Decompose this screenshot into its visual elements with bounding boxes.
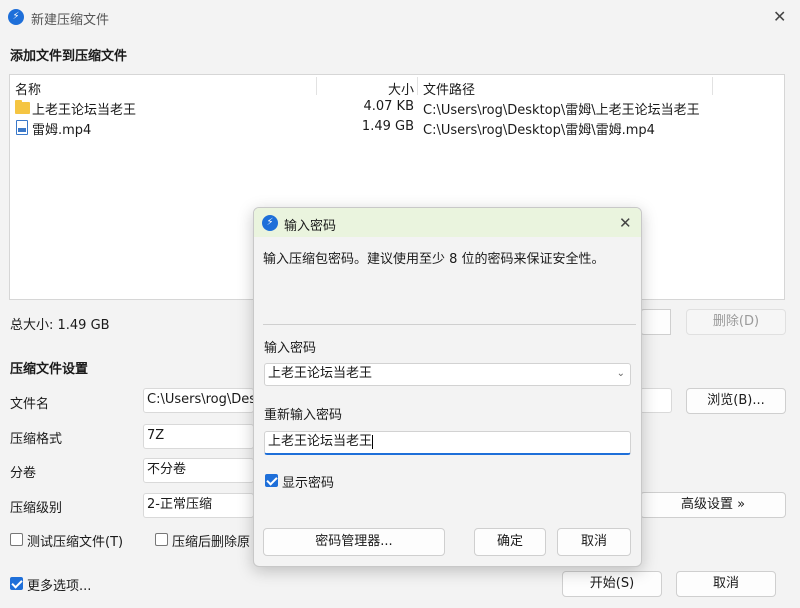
password-input[interactable]: 上老王论坛当老王 ⌄ — [264, 363, 631, 386]
dialog-close-icon[interactable]: ✕ — [619, 215, 632, 231]
file-name: 雷姆.mp4 — [32, 123, 92, 138]
table-row[interactable]: 雷姆.mp4 1.49 GB C:\Users\rog\Desktop\雷姆\雷… — [10, 117, 784, 138]
format-select[interactable]: 7Z — [143, 424, 254, 449]
close-icon[interactable]: ✕ — [773, 9, 786, 25]
advanced-settings-button[interactable]: 高级设置 » — [640, 492, 786, 518]
split-label: 分卷 — [10, 466, 37, 481]
dialog-title-bar: ⚡ 输入密码 ✕ — [254, 208, 641, 237]
more-options-label[interactable]: 更多选项... — [27, 575, 91, 594]
dialog-cancel-button[interactable]: 取消 — [557, 528, 631, 556]
delete-after-label[interactable]: 压缩后删除原 — [172, 531, 254, 550]
browse-button[interactable]: 浏览(B)... — [686, 388, 786, 414]
start-button[interactable]: 开始(S) — [562, 571, 662, 597]
delete-after-checkbox[interactable] — [155, 533, 168, 546]
video-file-icon — [16, 120, 28, 135]
title-bar: ⚡ 新建压缩文件 ✕ — [0, 0, 800, 34]
table-row[interactable]: 上老王论坛当老王 4.07 KB C:\Users\rog\Desktop\雷姆… — [10, 97, 784, 118]
file-size: 4.07 KB — [363, 99, 414, 114]
dialog-title: 输入密码 — [284, 219, 337, 234]
test-archive-label[interactable]: 测试压缩文件(T) — [27, 531, 123, 550]
file-path: C:\Users\rog\Desktop\雷姆\上老王论坛当老王 — [423, 103, 700, 118]
show-password-label[interactable]: 显示密码 — [282, 472, 334, 491]
format-label: 压缩格式 — [10, 432, 63, 447]
delete-button[interactable]: 删除(D) — [686, 309, 786, 335]
filename-label: 文件名 — [10, 397, 50, 412]
confirm-password-value: 上老王论坛当老王 — [268, 434, 373, 449]
add-button-partial[interactable] — [640, 309, 671, 335]
password-dialog: ⚡ 输入密码 ✕ 输入压缩包密码。建议使用至少 8 位的密码来保证安全性。 输入… — [253, 207, 642, 567]
column-separator[interactable] — [712, 77, 713, 95]
folder-icon — [15, 100, 30, 114]
app-logo-icon: ⚡ — [8, 9, 24, 25]
more-options-checkbox[interactable] — [10, 577, 23, 590]
password-value: 上老王论坛当老王 — [268, 366, 373, 381]
show-password-checkbox[interactable] — [265, 474, 278, 487]
password-label: 输入密码 — [264, 341, 317, 356]
add-files-heading: 添加文件到压缩文件 — [10, 49, 128, 64]
level-select[interactable]: 2-正常压缩 — [143, 493, 254, 518]
confirm-password-label: 重新输入密码 — [264, 408, 343, 423]
column-separator[interactable] — [316, 77, 317, 95]
text-cursor — [372, 434, 374, 449]
ok-button[interactable]: 确定 — [474, 528, 546, 556]
confirm-password-input[interactable]: 上老王论坛当老王 — [264, 431, 631, 455]
settings-heading: 压缩文件设置 — [10, 362, 89, 377]
dialog-separator — [263, 324, 636, 325]
cancel-button[interactable]: 取消 — [676, 571, 776, 597]
file-path: C:\Users\rog\Desktop\雷姆\雷姆.mp4 — [423, 123, 655, 138]
level-label: 压缩级别 — [10, 501, 63, 516]
split-select[interactable]: 不分卷 — [143, 458, 254, 483]
column-header-path[interactable]: 文件路径 — [423, 79, 475, 98]
column-header-size[interactable]: 大小 — [388, 79, 414, 98]
dialog-description: 输入压缩包密码。建议使用至少 8 位的密码来保证安全性。 — [263, 252, 605, 267]
chevron-down-icon[interactable]: ⌄ — [617, 364, 625, 384]
file-size: 1.49 GB — [361, 119, 414, 134]
test-archive-checkbox[interactable] — [10, 533, 23, 546]
column-separator[interactable] — [417, 77, 418, 95]
password-manager-button[interactable]: 密码管理器... — [263, 528, 445, 556]
column-header-name[interactable]: 名称 — [15, 79, 41, 98]
filename-input[interactable]: C:\Users\rog\Des — [143, 388, 254, 413]
file-name: 上老王论坛当老王 — [32, 103, 137, 118]
window-title: 新建压缩文件 — [31, 13, 110, 28]
filename-input-end[interactable] — [640, 388, 672, 413]
app-logo-icon: ⚡ — [262, 215, 278, 231]
total-size: 总大小: 1.49 GB — [10, 318, 110, 333]
